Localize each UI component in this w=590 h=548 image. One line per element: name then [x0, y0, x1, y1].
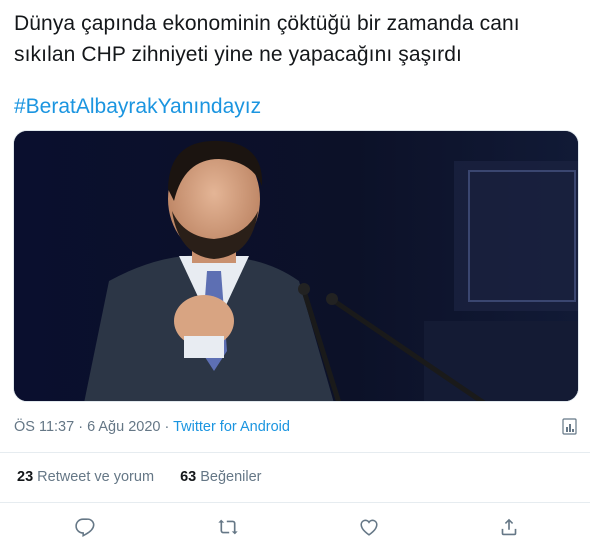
tweet-source[interactable]: Twitter for Android	[173, 419, 290, 435]
tweet-timestamp[interactable]: ÖS 11:37 · 6 Ağu 2020	[14, 419, 160, 435]
retweets-stat[interactable]: 23 Retweet ve yorum	[17, 469, 154, 485]
tweet-meta: ÖS 11:37 · 6 Ağu 2020 · Twitter for Andr…	[14, 419, 290, 435]
reply-icon	[75, 518, 95, 538]
heart-icon	[360, 519, 378, 536]
hashtag-link[interactable]: #BeratAlbayrakYanındayız	[14, 91, 261, 122]
likes-stat[interactable]: 63 Beğeniler	[180, 469, 261, 485]
retweet-button[interactable]	[217, 516, 239, 538]
divider-bottom	[0, 502, 590, 503]
likes-count: 63	[180, 469, 197, 485]
likes-label: Beğeniler	[200, 469, 262, 485]
tweet-stats: 23 Retweet ve yorum 63 Beğeniler	[17, 469, 284, 485]
tweet-photo[interactable]	[13, 130, 579, 402]
tweet-text: Dünya çapında ekonominin çöktüğü bir zam…	[14, 8, 574, 70]
reply-button[interactable]	[74, 516, 96, 538]
retweets-count: 23	[17, 469, 34, 485]
meta-separator: ·	[160, 419, 174, 435]
tweet-actions	[0, 510, 590, 544]
tweet-text-line-2: sıkılan CHP zihniyeti yine ne yapacağını…	[14, 43, 462, 66]
like-button[interactable]	[358, 516, 380, 538]
tweet-text-line-1: Dünya çapında ekonominin çöktüğü bir zam…	[14, 12, 520, 35]
analytics-icon[interactable]	[562, 417, 578, 435]
share-icon	[501, 518, 517, 536]
divider-top	[0, 452, 590, 453]
share-button[interactable]	[498, 516, 520, 538]
retweet-icon	[218, 519, 238, 535]
retweets-label: Retweet ve yorum	[37, 469, 155, 485]
